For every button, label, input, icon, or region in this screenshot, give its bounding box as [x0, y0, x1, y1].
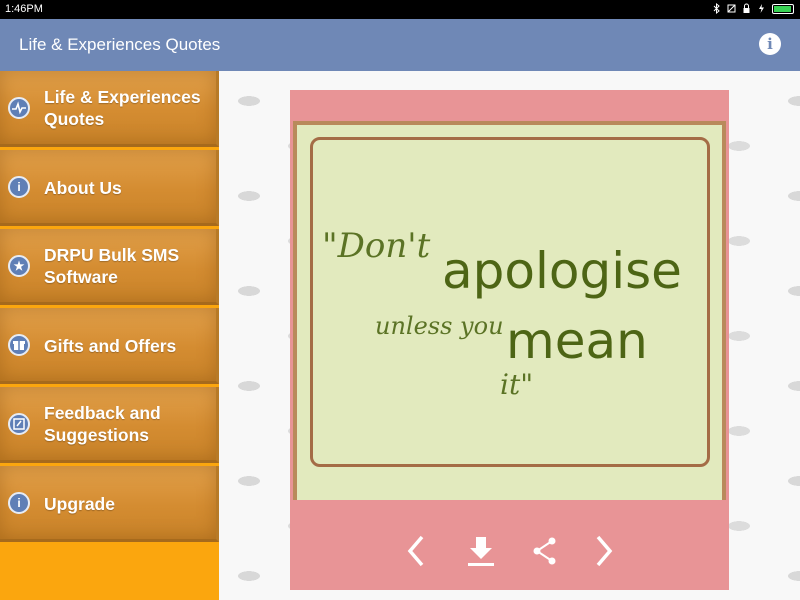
info-icon: i — [8, 492, 30, 514]
heartbeat-icon — [8, 97, 30, 119]
gift-icon — [8, 334, 30, 356]
sidebar-item-label: Gifts and Offers — [44, 336, 177, 356]
quote-text: "Don't — [322, 226, 431, 266]
sidebar-item-gifts-offers[interactable]: Gifts and Offers — [0, 308, 219, 384]
chevron-left-icon[interactable] — [402, 534, 432, 568]
download-icon[interactable] — [466, 534, 496, 568]
sync-icon — [727, 4, 736, 13]
sidebar: Life & Experiences Quotes i About Us ★ D… — [0, 71, 219, 600]
app-bar: Life & Experiences Quotes i — [0, 19, 800, 71]
star-icon: ★ — [8, 255, 30, 277]
sidebar-item-label: Feedback and Suggestions — [44, 403, 161, 445]
sidebar-item-life-experiences-quotes[interactable]: Life & Experiences Quotes — [0, 71, 219, 147]
sidebar-item-drpu-bulk-sms[interactable]: ★ DRPU Bulk SMS Software — [0, 229, 219, 305]
lock-icon — [743, 3, 750, 13]
info-icon: i — [8, 176, 30, 198]
sidebar-item-feedback[interactable]: Feedback and Suggestions — [0, 387, 219, 463]
chevron-right-icon[interactable] — [588, 534, 618, 568]
sidebar-item-about-us[interactable]: i About Us — [0, 150, 219, 226]
sidebar-item-upgrade[interactable]: i Upgrade — [0, 466, 219, 542]
sidebar-item-label: About Us — [44, 178, 122, 198]
sidebar-item-label: Life & Experiences Quotes — [44, 87, 201, 129]
share-icon[interactable] — [530, 534, 560, 568]
info-icon[interactable]: i — [759, 33, 781, 55]
app-title: Life & Experiences Quotes — [19, 35, 221, 54]
status-icons — [712, 3, 794, 14]
quote-inner-border — [310, 137, 710, 467]
controls-bar — [290, 500, 729, 590]
quote-text: unless you — [375, 312, 504, 340]
feedback-icon — [8, 413, 30, 435]
quote-text: mean — [506, 312, 648, 370]
charging-icon — [759, 4, 764, 13]
sidebar-item-label: Upgrade — [44, 494, 115, 514]
bluetooth-icon — [713, 3, 720, 14]
sidebar-item-label: DRPU Bulk SMS Software — [44, 245, 180, 287]
status-bar: 1:46PM — [0, 0, 800, 19]
status-time: 1:46PM — [5, 3, 43, 15]
quote-text: it" — [500, 368, 534, 401]
battery-icon — [772, 3, 794, 14]
quote-text: apologise — [442, 242, 682, 300]
